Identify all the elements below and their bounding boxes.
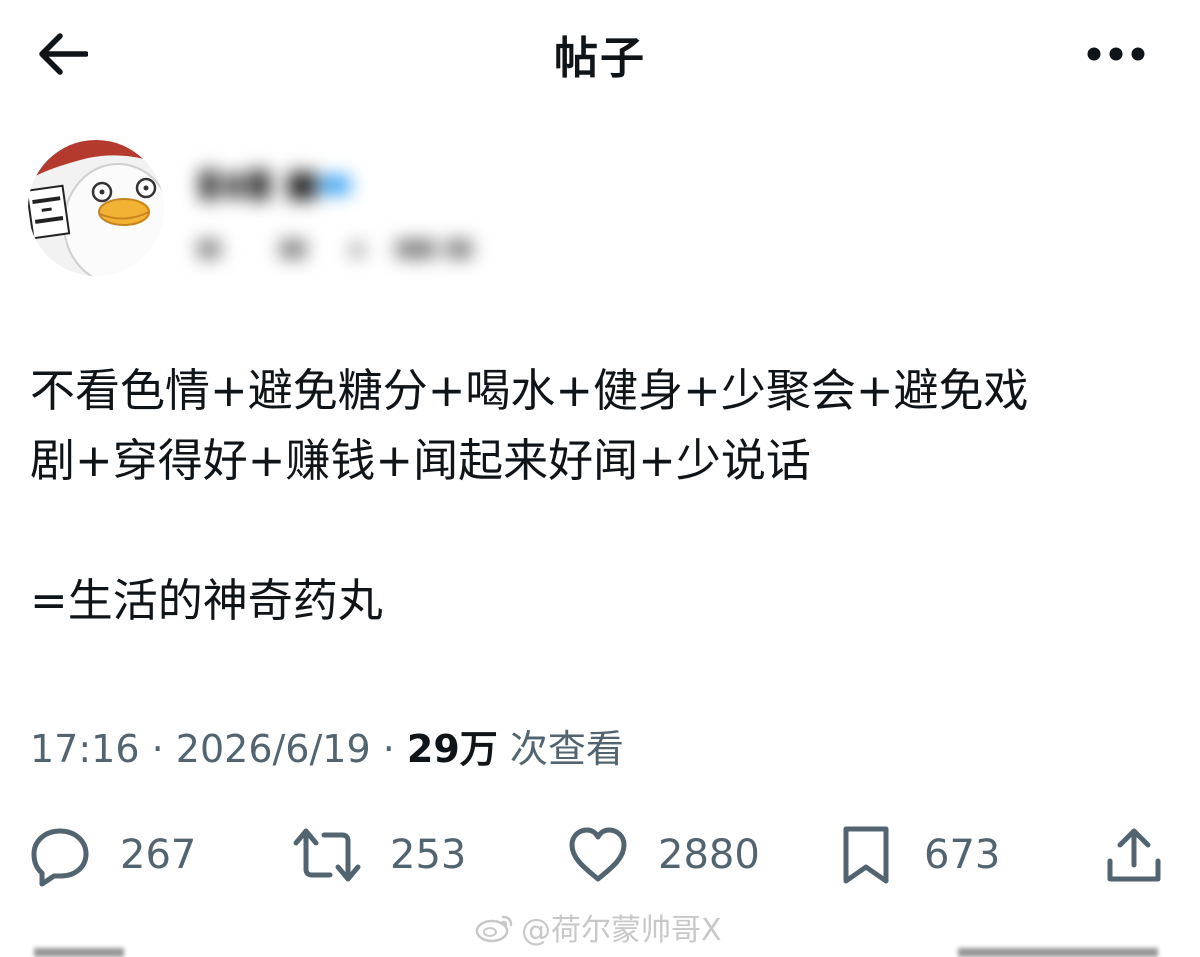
more-button[interactable]: [1080, 26, 1152, 82]
avatar[interactable]: [28, 140, 164, 276]
retweet-icon: [293, 828, 361, 882]
like-button[interactable]: 2880: [566, 815, 760, 895]
share-button[interactable]: [1104, 815, 1164, 895]
post-text: 不看色情+避免糖分+喝水+健身+少聚会+避免戏 剧+穿得好+赚钱+闻起来好闻+少…: [30, 356, 1170, 636]
heart-icon: [569, 827, 627, 882]
retweet-button[interactable]: 253: [292, 815, 466, 895]
weibo-logo-icon: [475, 915, 513, 943]
post-date[interactable]: 2026/6/19: [176, 727, 371, 771]
weibo-watermark: @荷尔蒙帅哥X: [475, 905, 722, 949]
post-time[interactable]: 17:16: [30, 727, 140, 771]
post-line: 剧+穿得好+赚钱+闻起来好闻+少说话: [30, 434, 811, 487]
cut-off-content: [34, 948, 124, 957]
bookmark-count: 673: [924, 832, 1001, 878]
duck-avatar-icon: [28, 140, 164, 276]
share-icon: [1107, 828, 1161, 882]
bookmark-button[interactable]: 673: [836, 815, 1000, 895]
reply-count: 267: [120, 832, 197, 878]
post-line: 不看色情+避免糖分+喝水+健身+少聚会+避免戏: [30, 364, 1029, 417]
bookmark-icon: [843, 826, 889, 884]
blurred-name-shape: [200, 170, 350, 200]
watermark-text: @荷尔蒙帅哥X: [521, 913, 722, 948]
page-title: 帖子: [554, 33, 646, 84]
action-bar: 267 253 2880 673: [0, 815, 1200, 895]
retweet-count: 253: [390, 832, 467, 878]
like-count: 2880: [658, 832, 760, 878]
views-label: 次查看: [509, 727, 624, 771]
reply-button[interactable]: 267: [28, 815, 196, 895]
post-meta: 17:16 · 2026/6/19 · 29万 次查看: [30, 718, 624, 773]
blurred-handle-shape: [198, 240, 472, 258]
meta-separator: ·: [382, 727, 395, 771]
cut-off-content: [958, 948, 1158, 957]
post-line: =生活的神奇药丸: [30, 574, 383, 627]
meta-separator: ·: [151, 727, 164, 771]
views-count: 29万: [406, 727, 498, 771]
author-name-blurred[interactable]: [190, 160, 390, 210]
top-bar: 帖子: [0, 0, 1200, 110]
author-handle-blurred: [190, 228, 490, 268]
reply-icon: [31, 828, 89, 887]
more-horizontal-icon: [1087, 47, 1145, 61]
